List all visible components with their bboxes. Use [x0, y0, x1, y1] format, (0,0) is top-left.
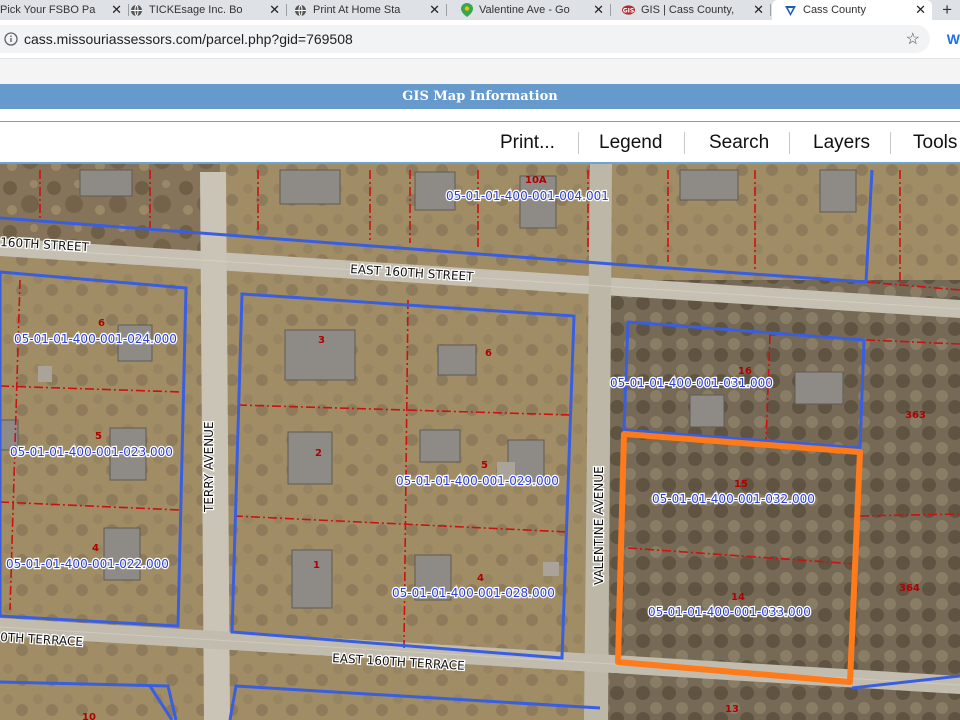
parcel-id-label[interactable]: 05-01-01-400-001-032.000: [651, 491, 816, 508]
close-icon[interactable]: ✕: [593, 2, 604, 18]
gis-logo-icon: GIS: [622, 4, 635, 17]
tab-title: GIS | Cass County,: [641, 4, 735, 16]
browser-tab-strip: Pick Your FSBO Pa ✕ TICKEsage Inc. Bo ✕ …: [0, 0, 960, 20]
menu-tools[interactable]: Tools: [913, 132, 957, 154]
gis-header-title: GIS Map Information: [402, 89, 558, 104]
lot-number: 4: [477, 573, 484, 584]
menu-divider: [789, 132, 790, 154]
extension-icon[interactable]: W: [947, 31, 960, 47]
svg-text:GIS: GIS: [623, 7, 635, 14]
parcel-id-label[interactable]: 05-01-01-400-001-024.000: [13, 331, 178, 348]
parcel-id-label[interactable]: 05-01-01-400-001-033.000: [647, 604, 812, 621]
browser-toolbar: cass.missouriassessors.com/parcel.php?gi…: [0, 20, 960, 59]
parcel-id-label[interactable]: 05-01-01-400-001-028.000: [391, 585, 556, 602]
lot-number: 14: [731, 592, 745, 603]
parcel-id-label[interactable]: 05-01-01-400-001-004.001: [445, 188, 610, 205]
street-label-valentine-avenue: VALENTINE AVENUE: [592, 466, 606, 585]
globe-icon: [130, 4, 143, 17]
close-icon[interactable]: ✕: [915, 2, 926, 18]
map-canvas[interactable]: EAST 160TH STREET 160TH STREET EAST 160T…: [0, 164, 960, 720]
lot-number: 10: [82, 712, 96, 720]
lot-number: 5: [95, 431, 102, 442]
menu-divider: [684, 132, 685, 154]
lot-number: 6: [98, 318, 105, 329]
menu-legend[interactable]: Legend: [599, 132, 662, 154]
new-tab-button[interactable]: +: [942, 0, 952, 20]
address-bar[interactable]: cass.missouriassessors.com/parcel.php?gi…: [0, 25, 930, 53]
map-menu-bar: Print... Legend Search Layers Tools: [0, 121, 960, 164]
close-icon[interactable]: ✕: [111, 2, 122, 18]
lot-number: 13: [725, 704, 739, 715]
tab-title: Valentine Ave - Go: [479, 4, 570, 16]
tab-title: Print At Home Sta: [313, 4, 401, 16]
parcel-id-label[interactable]: 05-01-01-400-001-029.000: [395, 473, 560, 490]
close-icon[interactable]: ✕: [429, 2, 440, 18]
lot-number: 1: [313, 560, 320, 571]
street-label-terry-avenue: TERRY AVENUE: [202, 421, 216, 513]
assessor-logo-icon: [784, 4, 797, 17]
close-icon[interactable]: ✕: [753, 2, 764, 18]
tab-gis-cass[interactable]: GIS GIS | Cass County, ✕: [622, 0, 771, 20]
menu-print[interactable]: Print...: [500, 132, 555, 154]
menu-divider: [890, 132, 891, 154]
page-info-icon[interactable]: [4, 32, 18, 46]
menu-layers[interactable]: Layers: [813, 132, 870, 154]
tab-fsbo[interactable]: Pick Your FSBO Pa ✕: [0, 0, 129, 20]
lot-number: 6: [485, 348, 492, 359]
close-icon[interactable]: ✕: [269, 2, 280, 18]
aerial-map[interactable]: EAST 160TH STREET 160TH STREET EAST 160T…: [0, 164, 960, 720]
url-text[interactable]: cass.missouriassessors.com/parcel.php?gi…: [24, 31, 353, 47]
parcel-id-label[interactable]: 05-01-01-400-001-031.000: [609, 375, 774, 392]
tab-title: Cass County: [803, 4, 866, 16]
lot-number: 364: [899, 583, 920, 594]
parcel-id-label[interactable]: 05-01-01-400-001-022.000: [5, 556, 170, 573]
lot-number: 15: [734, 479, 748, 490]
tab-print-at-home[interactable]: Print At Home Sta ✕: [294, 0, 447, 20]
lot-number: 3: [318, 335, 325, 346]
lot-number: 2: [315, 448, 322, 459]
globe-icon: [294, 4, 307, 17]
lot-number: 10A: [525, 175, 547, 186]
bookmark-star-icon[interactable]: ☆: [906, 29, 920, 49]
parcel-id-label[interactable]: 05-01-01-400-001-023.000: [9, 444, 174, 461]
gis-header: GIS Map Information: [0, 84, 960, 109]
menu-search[interactable]: Search: [709, 132, 769, 154]
tab-title: Pick Your FSBO Pa: [0, 4, 96, 16]
tab-title: TICKEsage Inc. Bo: [149, 4, 243, 16]
tab-cass-county-active[interactable]: Cass County ✕: [772, 0, 932, 20]
lot-number: 16: [738, 366, 752, 377]
menu-divider: [578, 132, 579, 154]
maps-pin-icon: [460, 3, 473, 17]
page-spacer: [0, 109, 960, 121]
tab-ticke[interactable]: TICKEsage Inc. Bo ✕: [130, 0, 287, 20]
page-spacer: [0, 59, 960, 84]
lot-number: 4: [92, 543, 99, 554]
tab-valentine-maps[interactable]: Valentine Ave - Go ✕: [460, 0, 611, 20]
lot-number: 5: [481, 460, 488, 471]
lot-number: 363: [905, 410, 926, 421]
